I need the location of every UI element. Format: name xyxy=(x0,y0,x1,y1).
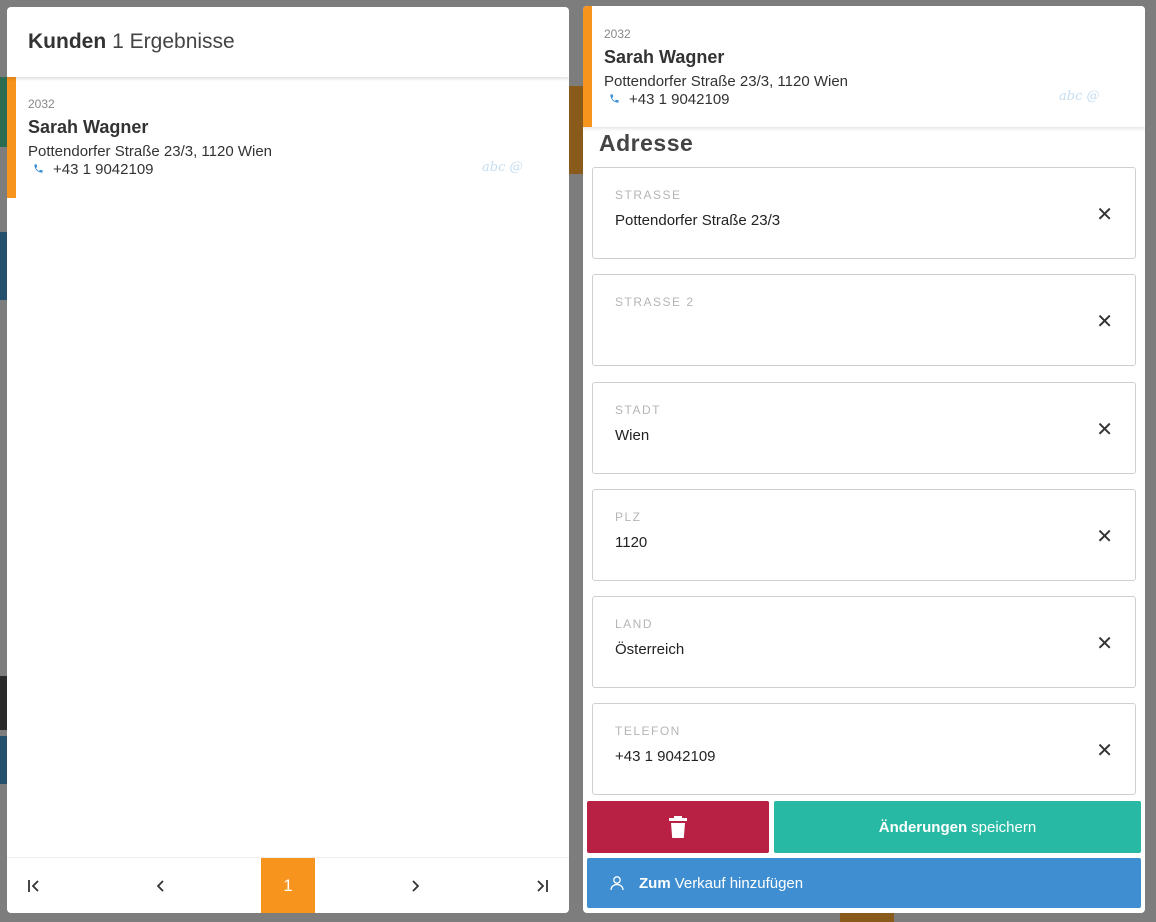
result-count: 1 Ergebnisse xyxy=(112,30,235,53)
detail-customer-tag: abc @ xyxy=(1059,89,1100,104)
current-page-button[interactable]: 1 xyxy=(261,858,315,913)
first-page-button[interactable] xyxy=(7,858,61,913)
add-label-strong: Zum xyxy=(639,874,671,892)
phone-icon xyxy=(33,163,53,177)
save-changes-button[interactable]: Änderungen speichern xyxy=(774,801,1141,853)
pagination: 1 xyxy=(7,857,569,913)
customer-id: 2032 xyxy=(28,97,55,111)
add-to-sale-button[interactable]: Zum Verkauf hinzufügen xyxy=(587,858,1141,908)
first-page-icon xyxy=(28,880,39,892)
clear-phone-button[interactable]: ✕ xyxy=(1096,738,1113,763)
clear-street2-button[interactable]: ✕ xyxy=(1096,309,1113,334)
clear-city-button[interactable]: ✕ xyxy=(1096,417,1113,442)
customer-address: Pottendorfer Straße 23/3, 1120 Wien xyxy=(28,143,273,160)
chevron-right-icon xyxy=(412,880,420,892)
customer-detail-panel: 2032 Sarah Wagner Pottendorfer Straße 23… xyxy=(583,6,1145,913)
save-label-strong: Änderungen xyxy=(878,818,968,836)
delete-button[interactable] xyxy=(587,801,769,853)
street-label: STRASSE xyxy=(615,188,682,202)
zip-input[interactable]: 1120 xyxy=(615,534,1055,551)
user-icon xyxy=(609,875,625,891)
clear-zip-button[interactable]: ✕ xyxy=(1096,524,1113,549)
clear-country-button[interactable]: ✕ xyxy=(1096,631,1113,656)
last-page-icon xyxy=(537,880,548,892)
next-page-button[interactable] xyxy=(388,858,442,913)
street2-field: STRASSE 2 ✕ xyxy=(592,274,1136,366)
customer-phone-text: +43 1 9042109 xyxy=(53,161,154,178)
previous-page-button[interactable] xyxy=(134,858,188,913)
background-fragment xyxy=(840,912,894,922)
customer-tag: abc @ xyxy=(482,160,523,175)
save-label-rest: speichern xyxy=(971,818,1037,836)
phone-icon xyxy=(609,93,629,107)
phone-field: TELEFON +43 1 9042109 ✕ xyxy=(592,703,1136,795)
background-fragment xyxy=(569,86,583,174)
phone-label: TELEFON xyxy=(615,724,681,738)
action-row: Änderungen speichern xyxy=(587,801,1141,853)
customer-name: Sarah Wagner xyxy=(28,117,149,137)
detail-customer-address: Pottendorfer Straße 23/3, 1120 Wien xyxy=(604,73,849,90)
phone-input[interactable]: +43 1 9042109 xyxy=(615,748,1055,765)
list-header: Kunden 1 Ergebnisse xyxy=(7,7,569,77)
country-field: LAND Österreich ✕ xyxy=(592,596,1136,688)
city-label: STADT xyxy=(615,403,661,417)
clear-street-button[interactable]: ✕ xyxy=(1096,202,1113,227)
street2-label: STRASSE 2 xyxy=(615,295,695,309)
city-field: STADT Wien ✕ xyxy=(592,382,1136,474)
section-title: Adresse xyxy=(599,130,694,156)
street-input[interactable]: Pottendorfer Straße 23/3 xyxy=(615,212,1055,229)
add-label-rest: Verkauf hinzufügen xyxy=(674,874,804,892)
country-input[interactable]: Österreich xyxy=(615,641,1055,658)
detail-customer-name: Sarah Wagner xyxy=(604,47,725,67)
customer-list-item[interactable]: 2032 Sarah Wagner Pottendorfer Straße 23… xyxy=(7,77,569,198)
zip-field: PLZ 1120 ✕ xyxy=(592,489,1136,581)
street-field: STRASSE Pottendorfer Straße 23/3 ✕ xyxy=(592,167,1136,259)
trash-icon xyxy=(669,816,687,838)
detail-customer-id: 2032 xyxy=(604,27,631,41)
zip-label: PLZ xyxy=(615,510,642,524)
customer-list-panel: Kunden 1 Ergebnisse 2032 Sarah Wagner Po… xyxy=(7,7,569,913)
country-label: LAND xyxy=(615,617,654,631)
list-title: Kunden xyxy=(28,30,107,53)
chevron-left-icon xyxy=(156,880,164,892)
detail-phone-text: +43 1 9042109 xyxy=(629,91,730,108)
last-page-button[interactable] xyxy=(515,858,569,913)
detail-header: 2032 Sarah Wagner Pottendorfer Straße 23… xyxy=(583,6,1145,127)
city-input[interactable]: Wien xyxy=(615,427,1055,444)
